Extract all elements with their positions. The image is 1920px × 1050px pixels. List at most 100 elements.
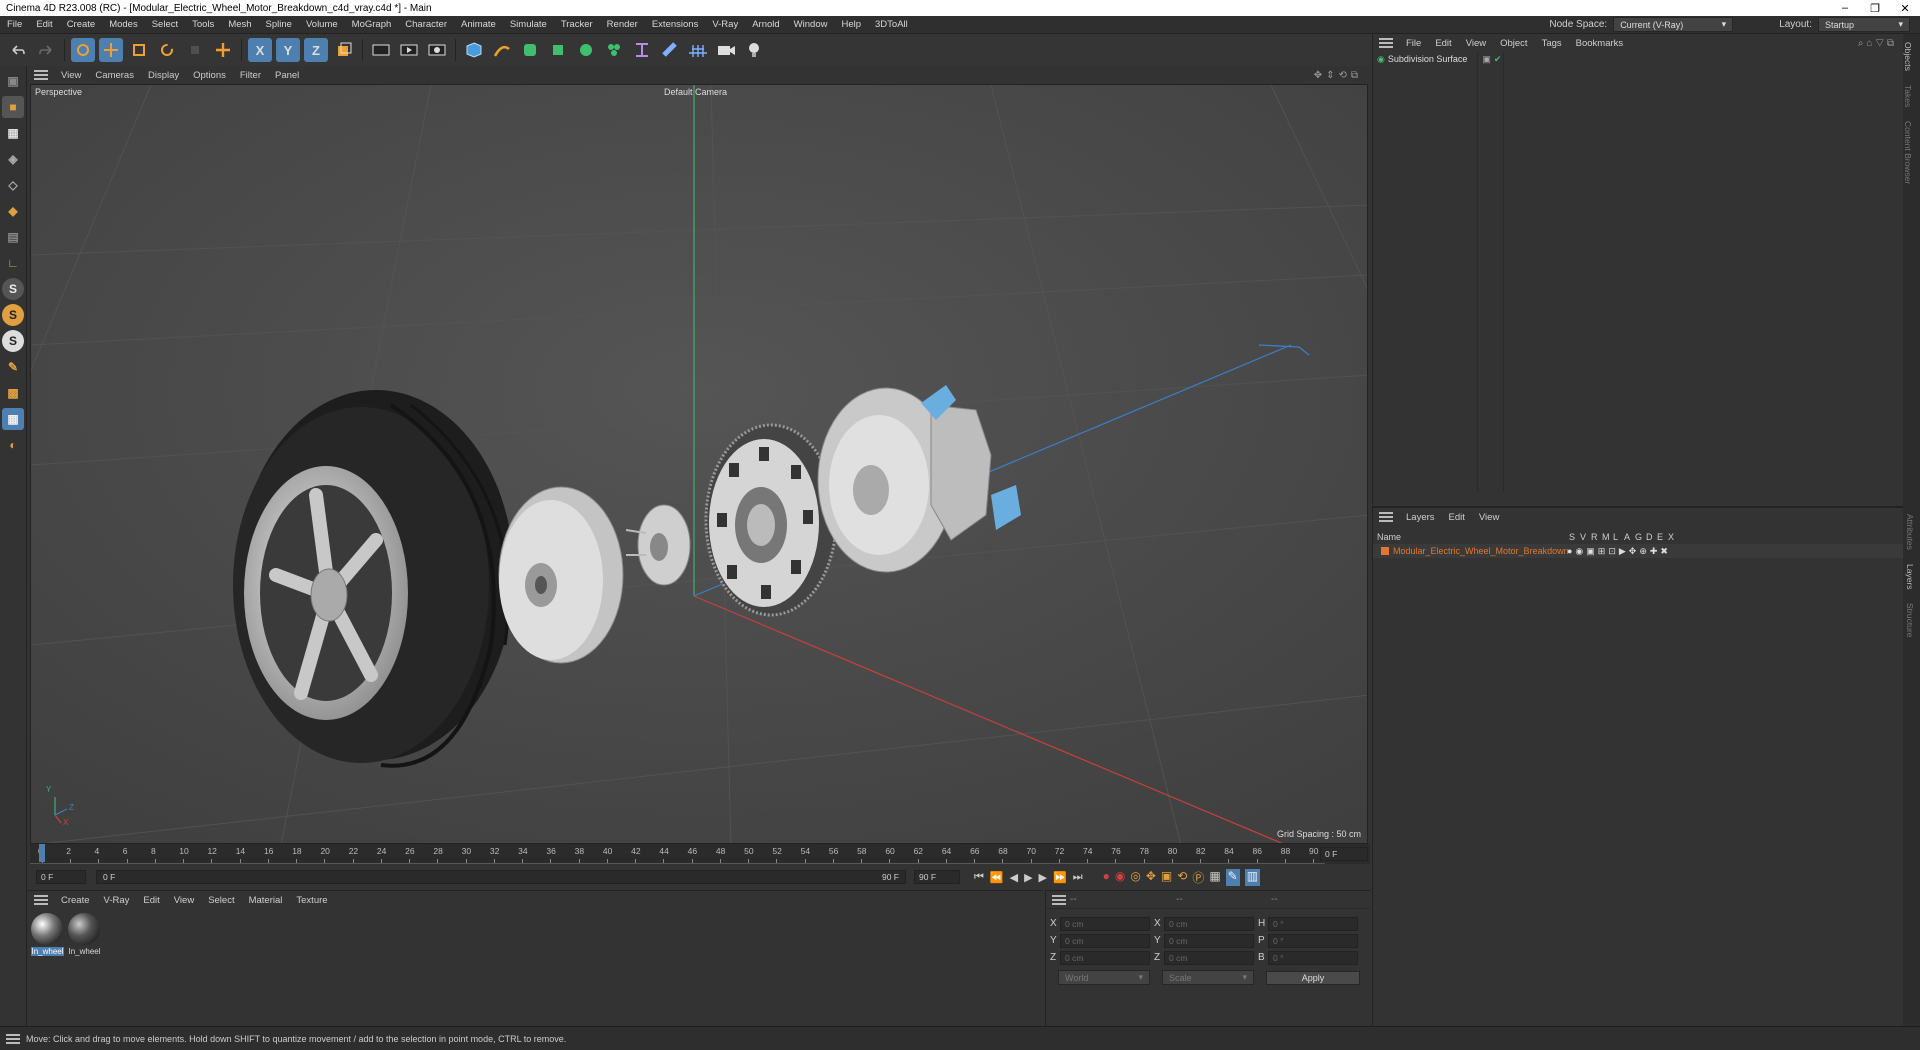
hamburger-icon[interactable] [6,1033,20,1044]
snap-toggle-icon[interactable]: S [2,278,24,300]
menu-extensions[interactable]: Extensions [645,19,705,30]
planar-workplane-icon[interactable]: ◐ [2,434,24,456]
render-settings-icon[interactable] [425,38,449,62]
object-row[interactable]: ◉ Subdivision Surface ▣ ✔ [1373,52,1903,66]
menu-render[interactable]: Render [600,19,645,30]
menu-tracker[interactable]: Tracker [554,19,600,30]
points-mode-icon[interactable]: ◈ [2,148,24,170]
snap-settings-icon[interactable]: S [2,304,24,326]
object-menu-tags[interactable]: Tags [1535,38,1569,49]
frame-range-slider[interactable]: 0 F 90 F [96,870,906,884]
key-param-icon[interactable]: Ⓟ [1192,869,1204,886]
z-axis-lock-button[interactable]: Z [304,38,328,62]
coord-system-dropdown[interactable]: World ▾ [1058,970,1150,985]
model-mode-icon[interactable]: ■ [2,96,24,118]
render-view-icon[interactable] [397,38,421,62]
coordinate-system-icon[interactable] [332,38,356,62]
make-editable-icon[interactable]: ▣ [2,70,24,92]
hamburger-icon[interactable] [34,70,48,80]
menu-animate[interactable]: Animate [454,19,503,30]
layout-dropdown[interactable]: Startup ▾ [1818,17,1910,32]
minimize-button[interactable]: – [1830,2,1860,15]
object-search-icons[interactable]: ⌕⌂▽⧉ [1858,38,1903,49]
menu-simulate[interactable]: Simulate [503,19,554,30]
play-icon[interactable]: ▶ [1024,871,1032,884]
subdivision-icon[interactable] [518,38,542,62]
material-menu-create[interactable]: Create [54,895,97,906]
menu-modes[interactable]: Modes [102,19,145,30]
menu-3dtoall[interactable]: 3DToAll [868,19,915,30]
side-tab-takes[interactable]: Takes [1903,85,1913,107]
start-frame-field[interactable]: 0 F [36,870,86,884]
hamburger-icon[interactable] [1052,894,1066,905]
texture-mode-icon[interactable]: ▦ [2,122,24,144]
rotation-b-field[interactable]: 0 ° [1268,950,1358,965]
material-swatch[interactable]: In_wheel [31,913,64,956]
position-z-field[interactable]: 0 cm [1060,950,1150,965]
side-tab-attributes[interactable]: Attributes [1905,514,1915,550]
end-frame-field[interactable]: 90 F [914,870,960,884]
uv-mode-icon[interactable]: ▤ [2,226,24,248]
timeline-end-field[interactable]: 0 F [1320,847,1368,861]
x-axis-lock-button[interactable]: X [248,38,272,62]
light-icon[interactable] [742,38,766,62]
previous-frame-icon[interactable]: ◀ [1010,871,1018,884]
viewport-menu-display[interactable]: Display [141,70,186,81]
menu-character[interactable]: Character [398,19,454,30]
node-space-dropdown[interactable]: Current (V-Ray) ▾ [1613,17,1734,32]
redo-button[interactable] [34,38,58,62]
record-icon[interactable]: ● [1103,869,1110,886]
menu-tools[interactable]: Tools [185,19,221,30]
menu-arnold[interactable]: Arnold [745,19,786,30]
edges-mode-icon[interactable]: ◇ [2,174,24,196]
object-menu-object[interactable]: Object [1493,38,1534,49]
menu-file[interactable]: File [0,19,29,30]
material-swatch[interactable]: In_wheel [68,913,101,956]
material-menu-texture[interactable]: Texture [289,895,334,906]
layer-row[interactable]: Modular_Electric_Wheel_Motor_Breakdown ●… [1373,544,1903,558]
extrude-icon[interactable] [546,38,570,62]
move-tool-icon[interactable] [99,38,123,62]
cube-icon[interactable] [462,38,486,62]
apply-button[interactable]: Apply [1266,970,1360,985]
cloner-icon[interactable] [574,38,598,62]
side-tab-structure[interactable]: Structure [1905,603,1915,638]
size-y-field[interactable]: 0 cm [1164,933,1254,948]
material-menu-select[interactable]: Select [201,895,241,906]
axis-mode-icon[interactable]: ∟ [2,252,24,274]
key-position-icon[interactable]: ✥ [1146,869,1156,886]
menu-select[interactable]: Select [145,19,185,30]
layer-flag-icons[interactable]: ●◉▣⊞⊡▶✥⊕✚✖ [1567,546,1671,557]
side-tab-content-browser[interactable]: Content Browser [1903,121,1913,184]
timeline-ruler[interactable]: 0246810121416182022242628303234363840424… [30,844,1370,864]
hamburger-icon[interactable] [1379,512,1393,522]
locked-workplane-icon[interactable]: ▦ [2,408,24,430]
previous-key-icon[interactable]: ⏪ [990,871,1004,884]
timeline-view-icon[interactable]: ▥ [1244,868,1261,886]
menu-mesh[interactable]: Mesh [221,19,258,30]
camera-label[interactable]: Default Camera [664,87,727,97]
visibility-dots-icon[interactable]: ▣ [1482,54,1491,65]
add-tool-icon[interactable] [211,38,235,62]
viewport-menu-options[interactable]: Options [186,70,233,81]
recent-tools-icon[interactable] [183,38,207,62]
next-frame-icon[interactable]: ▶ [1039,871,1047,884]
camera-icon[interactable] [714,38,738,62]
object-menu-bookmarks[interactable]: Bookmarks [1569,38,1631,49]
go-to-start-icon[interactable]: ⏮ [974,871,984,884]
layer-color-swatch[interactable] [1381,547,1389,555]
material-menu-edit[interactable]: Edit [136,895,166,906]
material-menu-material[interactable]: Material [242,895,290,906]
key-selection-icon[interactable]: ◎ [1130,869,1140,886]
hamburger-icon[interactable] [34,895,48,905]
object-menu-view[interactable]: View [1459,38,1493,49]
object-menu-edit[interactable]: Edit [1428,38,1458,49]
key-rotation-icon[interactable]: ⟲ [1177,869,1187,886]
size-mode-dropdown[interactable]: Scale ▾ [1162,970,1254,985]
layer-menu-view[interactable]: View [1472,512,1506,523]
menu-spline[interactable]: Spline [259,19,299,30]
render-region-icon[interactable] [369,38,393,62]
viewport-menu-cameras[interactable]: Cameras [88,70,141,81]
material-menu-vray[interactable]: V-Ray [97,895,137,906]
polygons-mode-icon[interactable]: ◆ [2,200,24,222]
